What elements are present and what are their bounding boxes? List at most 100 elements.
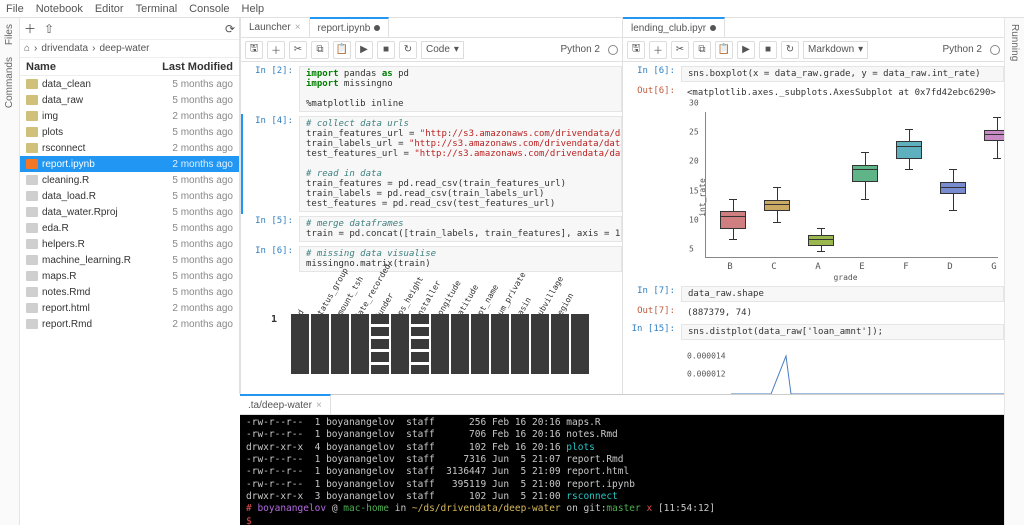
kernel-label[interactable]: Python 2 — [943, 44, 986, 55]
restart-icon[interactable]: ↻ — [781, 41, 799, 59]
cell-content[interactable]: # collect data urls train_features_url =… — [299, 116, 622, 212]
home-icon[interactable]: ⌂ — [24, 43, 30, 54]
file-row[interactable]: rsconnect2 months ago — [20, 140, 239, 156]
tab[interactable]: lending_club.ipyr — [623, 17, 725, 37]
upload-icon[interactable]: ⇧ — [44, 22, 54, 36]
msno-column — [511, 314, 529, 374]
menu-terminal[interactable]: Terminal — [136, 3, 178, 15]
msno-column — [531, 314, 549, 374]
cut-icon[interactable]: ✂ — [289, 41, 307, 59]
folder-icon — [26, 79, 38, 89]
tab[interactable]: report.ipynb — [310, 17, 390, 37]
stop-icon[interactable]: ■ — [759, 41, 777, 59]
msno-column — [471, 314, 489, 374]
cell-content[interactable]: # missing data visualise missingno.matri… — [299, 246, 622, 272]
new-icon[interactable]: ＋ — [24, 20, 36, 37]
run-icon[interactable]: ▶ — [737, 41, 755, 59]
save-icon[interactable]: 🖫 — [245, 41, 263, 59]
left-rail: Files Commands — [0, 18, 20, 525]
cell-content[interactable]: import pandas as pd import missingno %ma… — [299, 66, 622, 112]
file-modified: 5 months ago — [172, 239, 233, 250]
code-cell[interactable]: In [7]:data_raw.shape — [623, 284, 1004, 304]
cell-content[interactable]: sns.boxplot(x = data_raw.grade, y = data… — [681, 66, 1004, 82]
code-cell[interactable]: In [15]:sns.distplot(data_raw['loan_amnt… — [623, 322, 1004, 342]
run-icon[interactable]: ▶ — [355, 41, 373, 59]
tabbar: Launcher× report.ipynb — [241, 18, 622, 38]
col-modified[interactable]: Last Modified — [162, 61, 233, 73]
paste-icon[interactable]: 📋 — [715, 41, 733, 59]
cell-prompt: In [6]: — [623, 66, 681, 82]
refresh-icon[interactable]: ⟳ — [225, 22, 235, 36]
cell-prompt: In [5]: — [241, 216, 299, 242]
menu-console[interactable]: Console — [189, 3, 229, 15]
menu-help[interactable]: Help — [242, 3, 265, 15]
file-row[interactable]: report.html2 months ago — [20, 300, 239, 316]
file-row[interactable]: cleaning.R5 months ago — [20, 172, 239, 188]
file-row[interactable]: notes.Rmd5 months ago — [20, 284, 239, 300]
menu-notebook[interactable]: Notebook — [36, 3, 83, 15]
rail-tab-commands[interactable]: Commands — [4, 57, 15, 108]
code-cell[interactable]: In [2]:import pandas as pd import missin… — [241, 64, 622, 114]
copy-icon[interactable]: ⧉ — [693, 41, 711, 59]
file-icon — [26, 255, 38, 265]
paste-icon[interactable]: 📋 — [333, 41, 351, 59]
file-row[interactable]: plots5 months ago — [20, 124, 239, 140]
rail-tab-running[interactable]: Running — [1009, 24, 1020, 61]
file-row[interactable]: maps.R5 months ago — [20, 268, 239, 284]
close-icon[interactable]: × — [316, 400, 322, 411]
notebook-toolbar: 🖫 ＋ ✂ ⧉ 📋 ▶ ■ ↻ Markdown▾ Python 2 — [623, 38, 1004, 62]
copy-icon[interactable]: ⧉ — [311, 41, 329, 59]
cell-type-select[interactable]: Code▾ — [421, 41, 464, 59]
tab[interactable]: Launcher× — [241, 18, 310, 37]
folder-icon — [26, 95, 38, 105]
file-row[interactable]: machine_learning.R5 months ago — [20, 252, 239, 268]
file-name: helpers.R — [42, 239, 172, 250]
add-cell-icon[interactable]: ＋ — [649, 41, 667, 59]
file-row[interactable]: data_load.R5 months ago — [20, 188, 239, 204]
boxplot: 51015202530BCAEFDGint_rategrade — [687, 108, 1004, 278]
code-cell[interactable]: In [5]:# merge dataframes train = pd.con… — [241, 214, 622, 244]
breadcrumb-part[interactable]: deep-water — [99, 43, 149, 54]
close-icon[interactable]: × — [295, 22, 301, 33]
terminal-tabbar: .ta/deep-water × — [240, 395, 1004, 415]
file-modified: 5 months ago — [172, 287, 233, 298]
rail-tab-files[interactable]: Files — [4, 24, 15, 45]
file-modified: 2 months ago — [172, 303, 233, 314]
menu-file[interactable]: File — [6, 3, 24, 15]
file-row[interactable]: report.ipynb2 months ago — [20, 156, 239, 172]
cut-icon[interactable]: ✂ — [671, 41, 689, 59]
file-row[interactable]: report.Rmd2 months ago — [20, 316, 239, 332]
kernel-label[interactable]: Python 2 — [561, 44, 604, 55]
cell-type-select[interactable]: Markdown▾ — [803, 41, 868, 59]
file-row[interactable]: data_water.Rproj5 months ago — [20, 204, 239, 220]
file-row[interactable]: data_raw5 months ago — [20, 92, 239, 108]
notebook-icon — [26, 159, 38, 169]
file-row[interactable]: eda.R5 months ago — [20, 220, 239, 236]
menu-editor[interactable]: Editor — [95, 3, 124, 15]
msno-column — [351, 314, 369, 374]
file-name: plots — [42, 127, 172, 138]
terminal-body[interactable]: -rw-r--r-- 1 boyanangelov staff 256 Feb … — [240, 415, 1004, 525]
notebook-body[interactable]: In [2]:import pandas as pd import missin… — [241, 62, 622, 394]
notebook-body[interactable]: In [6]:sns.boxplot(x = data_raw.grade, y… — [623, 62, 1004, 394]
restart-icon[interactable]: ↻ — [399, 41, 417, 59]
tab-label: report.ipynb — [318, 23, 371, 34]
file-row[interactable]: img2 months ago — [20, 108, 239, 124]
breadcrumb-part[interactable]: drivendata — [41, 43, 88, 54]
file-row[interactable]: data_clean5 months ago — [20, 76, 239, 92]
add-cell-icon[interactable]: ＋ — [267, 41, 285, 59]
code-cell[interactable]: In [6]:# missing data visualise missingn… — [241, 244, 622, 274]
col-name[interactable]: Name — [26, 61, 162, 73]
code-cell[interactable]: In [4]:# collect data urls train_feature… — [241, 114, 622, 214]
cell-content[interactable]: data_raw.shape — [681, 286, 1004, 302]
terminal-tab[interactable]: .ta/deep-water × — [240, 394, 331, 414]
stop-icon[interactable]: ■ — [377, 41, 395, 59]
file-modified: 2 months ago — [172, 159, 233, 170]
file-row[interactable]: helpers.R5 months ago — [20, 236, 239, 252]
cell-content[interactable]: # merge dataframes train = pd.concat([tr… — [299, 216, 622, 242]
file-icon — [26, 191, 38, 201]
save-icon[interactable]: 🖫 — [627, 41, 645, 59]
code-cell[interactable]: In [6]:sns.boxplot(x = data_raw.grade, y… — [623, 64, 1004, 84]
chevron-down-icon: ▾ — [454, 44, 459, 55]
cell-content[interactable]: sns.distplot(data_raw['loan_amnt']); — [681, 324, 1004, 340]
